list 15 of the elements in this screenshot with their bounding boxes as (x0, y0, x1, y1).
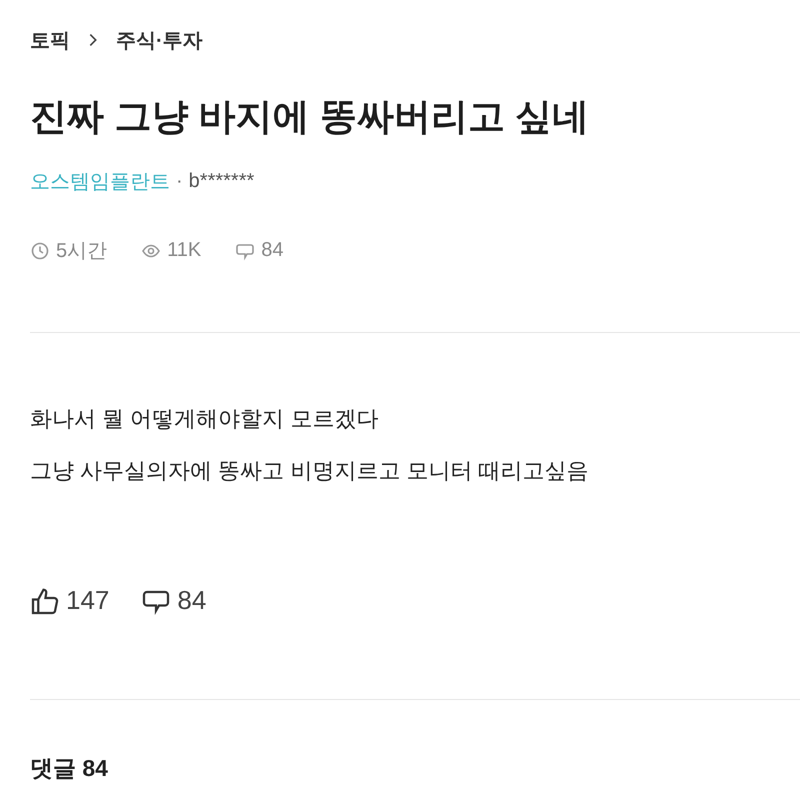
meta-count: 5시간 (56, 239, 108, 264)
post-text: 화나서 뭘 어떻게해야할지 모르겠다 (30, 405, 380, 433)
comments-heading: 댓글 84 (30, 754, 109, 783)
clock-icon (30, 240, 50, 260)
comment-button[interactable]: 84 (141, 585, 206, 616)
separator-dot: · (176, 170, 183, 193)
like-button[interactable]: 147 (30, 585, 110, 616)
meta-count: 84 (261, 239, 284, 262)
breadcrumb-link[interactable]: 주식·투자 (116, 26, 203, 54)
breadcrumb-link[interactable]: 토픽 (30, 26, 70, 54)
post-title: 진짜 그냥 바지에 똥싸버리고 싶네 (30, 95, 590, 139)
meta-count: 11K (167, 239, 202, 262)
post-text: 그냥 사무실의자에 똥싸고 비명지르고 모니터 때리고싶음 (30, 457, 590, 485)
thumbs-up-icon (30, 586, 60, 616)
author-name: b******* (188, 170, 254, 193)
